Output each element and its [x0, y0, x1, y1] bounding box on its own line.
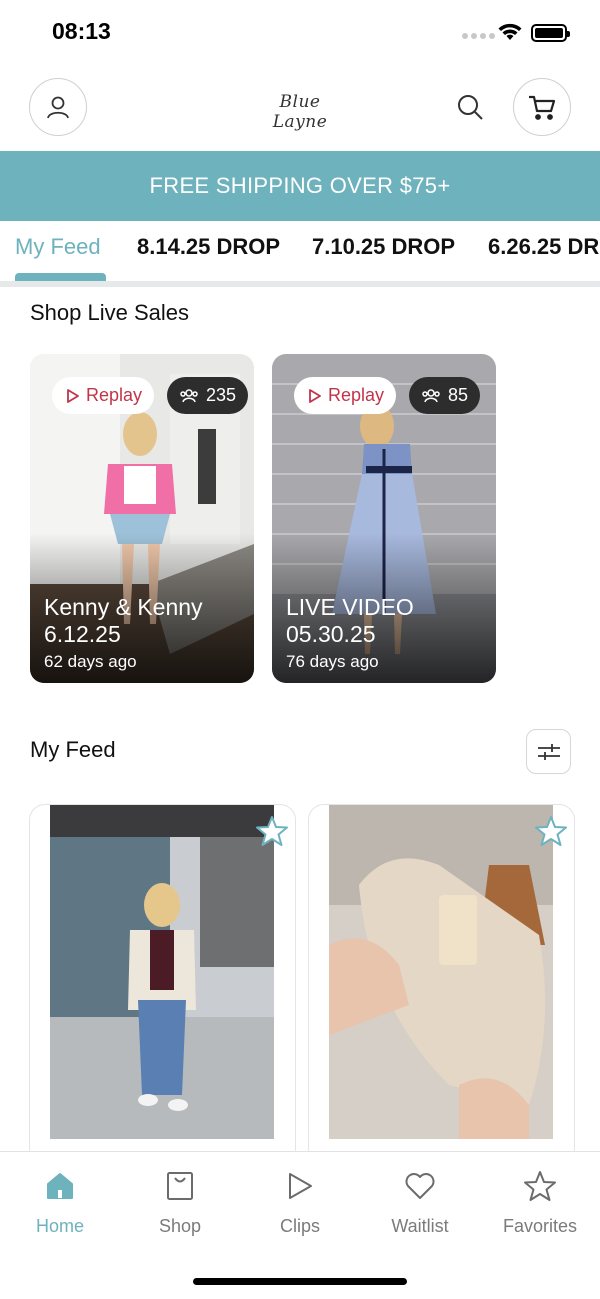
nav-favorites-label: Favorites — [502, 1216, 578, 1236]
sliders-icon — [537, 743, 560, 760]
play-icon — [289, 1173, 312, 1199]
nav-waitlist[interactable]: Waitlist — [360, 1166, 480, 1237]
tab-drop-7-10-25[interactable]: 7.10.25 DROP — [312, 234, 455, 260]
nav-home-label: Home — [35, 1216, 84, 1236]
search-button[interactable] — [455, 92, 485, 127]
status-bar: 08:13 — [0, 0, 600, 66]
filter-button[interactable] — [526, 729, 571, 774]
live-sale-title: LIVE VIDEO 05.30.25 — [286, 594, 414, 648]
cart-icon — [529, 95, 556, 120]
live-sale-date: 6.12.25 — [44, 621, 121, 647]
active-tab-indicator — [15, 273, 106, 281]
home-icon — [47, 1173, 73, 1199]
product-image — [329, 805, 553, 1139]
replay-badge[interactable]: Replay — [52, 377, 155, 414]
app-header: Blue Layne — [0, 78, 600, 140]
viewers-badge: 235 — [167, 377, 249, 414]
cart-button[interactable] — [513, 78, 571, 136]
battery-icon — [531, 24, 570, 42]
tab-drop-6-26-25[interactable]: 6.26.25 DROP — [488, 234, 600, 260]
live-sale-card[interactable]: Replay 85 LIVE VIDEO 05.30.25 76 days ag… — [272, 354, 496, 683]
product-image — [50, 805, 274, 1139]
play-icon — [309, 388, 321, 403]
bottom-nav: Home Shop Clips Waitlist Favorites — [0, 1151, 600, 1299]
replay-badge[interactable]: Replay — [294, 377, 397, 414]
status-time: 08:13 — [52, 18, 111, 44]
brand-logo[interactable]: Blue Layne — [250, 92, 350, 132]
nav-shop-label: Shop — [158, 1216, 202, 1236]
nav-clips-label: Clips — [279, 1216, 320, 1236]
search-icon — [458, 95, 483, 120]
nav-home[interactable]: Home — [0, 1166, 120, 1237]
home-indicator[interactable] — [193, 1278, 407, 1285]
viewers-badge: 85 — [409, 377, 481, 414]
nav-waitlist-label: Waitlist — [391, 1216, 449, 1236]
replay-label: Replay — [86, 385, 143, 405]
tab-drop-8-14-25[interactable]: 8.14.25 DROP — [137, 234, 280, 260]
signal-icon — [462, 33, 495, 39]
nav-shop[interactable]: Shop — [120, 1166, 240, 1237]
favorite-star-icon[interactable] — [534, 815, 568, 847]
live-sale-title: Kenny & Kenny 6.12.25 — [44, 594, 203, 648]
tabs-divider — [0, 281, 600, 287]
account-button[interactable] — [29, 78, 87, 136]
feed-heading: My Feed — [30, 737, 116, 762]
star-icon — [524, 1171, 556, 1201]
live-sale-title-line1: Kenny & Kenny — [44, 594, 203, 620]
live-sale-age: 76 days ago — [286, 652, 379, 671]
product-card[interactable] — [308, 804, 575, 1164]
play-icon — [67, 388, 79, 403]
live-sale-date: 05.30.25 — [286, 621, 376, 647]
live-sale-age: 62 days ago — [44, 652, 137, 671]
favorite-star-icon[interactable] — [255, 815, 289, 847]
shopping-bag-icon — [167, 1172, 193, 1200]
tab-my-feed[interactable]: My Feed — [15, 234, 101, 260]
nav-clips[interactable]: Clips — [240, 1166, 360, 1237]
viewer-count: 85 — [448, 385, 469, 405]
live-sale-card[interactable]: Replay 235 Kenny & Kenny 6.12.25 62 days… — [30, 354, 254, 683]
heart-icon — [405, 1173, 435, 1199]
viewers-icon — [422, 388, 440, 402]
viewers-icon — [180, 388, 198, 402]
wifi-icon — [498, 23, 522, 40]
nav-favorites[interactable]: Favorites — [480, 1166, 600, 1237]
viewer-count: 235 — [206, 385, 237, 405]
live-sales-heading: Shop Live Sales — [30, 300, 189, 325]
product-card[interactable] — [29, 804, 296, 1164]
live-sale-title-line1: LIVE VIDEO — [286, 594, 414, 620]
replay-label: Replay — [328, 385, 385, 405]
free-shipping-banner[interactable]: FREE SHIPPING OVER $75+ — [0, 151, 600, 221]
user-icon — [47, 96, 69, 119]
